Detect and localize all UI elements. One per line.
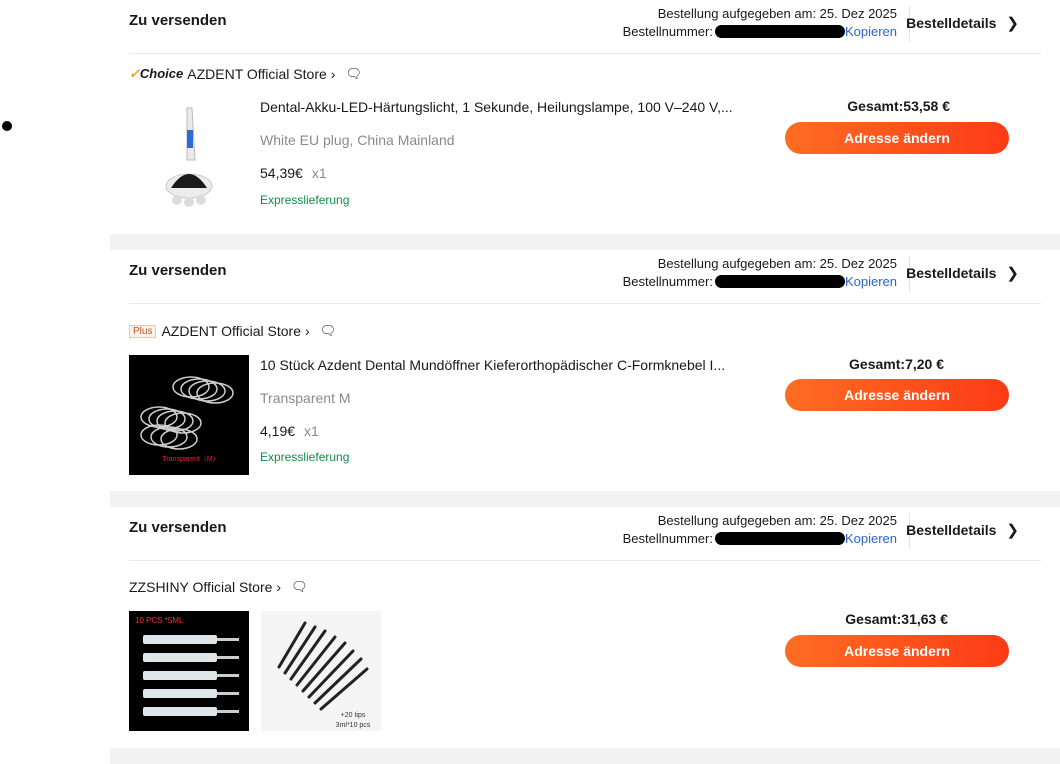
image-caption: +20 tips	[341, 712, 366, 719]
order-card: Zu versenden Bestellung aufgegeben am: 2…	[110, 0, 1060, 234]
order-details-link[interactable]: Bestelldetails ❯	[906, 14, 1019, 32]
chevron-right-icon: ❯	[1006, 522, 1019, 539]
image-caption: Transparent（M）	[162, 455, 219, 463]
change-address-button[interactable]: Adresse ändern	[785, 379, 1009, 411]
order-date: Bestellung aufgegeben am: 25. Dez 2025	[657, 256, 897, 271]
product-variant: White EU plug, China Mainland	[260, 132, 455, 148]
chevron-right-icon: ›	[276, 579, 282, 595]
product-image-syringes-2[interactable]: +20 tips 3ml*10 pcs	[261, 611, 381, 731]
chat-icon[interactable]: 🗨	[345, 66, 362, 82]
store-name: AZDENT Official Store	[187, 66, 327, 82]
chevron-right-icon: ›	[304, 323, 310, 339]
order-meta: Bestellung aufgegeben am: 25. Dez 2025 B…	[623, 255, 897, 291]
order-status: Zu versenden	[129, 262, 227, 279]
shipping-label: Expresslieferung	[260, 450, 350, 464]
chevron-right-icon: ›	[330, 66, 336, 82]
order-meta: Bestellung aufgegeben am: 25. Dez 2025 B…	[623, 5, 897, 41]
product-quantity: x1	[304, 423, 319, 439]
shipping-label: Expresslieferung	[260, 193, 350, 207]
product-name[interactable]: Dental-Akku-LED-Härtungslicht, 1 Sekunde…	[260, 99, 740, 115]
store-link[interactable]: ZZSHINY Official Store › 🗨	[129, 579, 308, 595]
copy-link[interactable]: Kopieren	[845, 531, 897, 546]
order-separator	[110, 234, 1060, 250]
check-icon: ✓	[129, 66, 140, 81]
order-status: Zu versenden	[129, 519, 227, 536]
product-image-mouth-opener[interactable]: Transparent（M）	[129, 355, 249, 475]
store-link[interactable]: ✓Choice AZDENT Official Store › 🗨	[129, 66, 362, 82]
order-status: Zu versenden	[129, 12, 227, 29]
store-name: ZZSHINY Official Store	[129, 579, 273, 595]
order-list: Zu versenden Bestellung aufgegeben am: 2…	[110, 0, 1060, 764]
chevron-right-icon: ❯	[1006, 265, 1019, 282]
chat-icon[interactable]: 🗨	[320, 323, 337, 339]
product-image-syringes-1[interactable]: 10 PCS *5ML	[129, 611, 249, 731]
chevron-right-icon: ❯	[1006, 15, 1019, 32]
order-total: Gesamt:53,58 €	[847, 98, 950, 114]
product-price: 54,39€ x1	[260, 165, 327, 181]
order-number-label: Bestellnummer:	[622, 24, 713, 39]
store-link[interactable]: Plus AZDENT Official Store › 🗨	[129, 323, 336, 339]
order-separator	[110, 491, 1060, 507]
copy-link[interactable]: Kopieren	[845, 274, 897, 289]
order-number-label: Bestellnummer:	[622, 274, 713, 289]
cursor-dot	[2, 121, 12, 131]
order-header: Zu versenden Bestellung aufgegeben am: 2…	[129, 0, 1041, 54]
order-number-redacted	[714, 275, 845, 289]
order-card: Zu versenden Bestellung aufgegeben am: 2…	[110, 507, 1060, 748]
order-details-label: Bestelldetails	[906, 522, 997, 538]
choice-badge: ✓Choice	[129, 66, 184, 81]
order-details-link[interactable]: Bestelldetails ❯	[906, 521, 1019, 539]
order-details-label: Bestelldetails	[906, 15, 997, 31]
order-separator	[110, 748, 1060, 764]
copy-link[interactable]: Kopieren	[845, 24, 897, 39]
image-caption: 3ml*10 pcs	[336, 722, 371, 729]
change-address-button[interactable]: Adresse ändern	[785, 122, 1009, 154]
image-caption: 10 PCS *5ML	[135, 616, 184, 625]
plus-badge: Plus	[129, 324, 157, 338]
product-price: 4,19€ x1	[260, 423, 319, 439]
order-details-label: Bestelldetails	[906, 265, 997, 281]
order-date: Bestellung aufgegeben am: 25. Dez 2025	[657, 6, 897, 21]
order-total: Gesamt:31,63 €	[845, 611, 948, 627]
order-details-link[interactable]: Bestelldetails ❯	[906, 264, 1019, 282]
chat-icon[interactable]: 🗨	[291, 579, 308, 595]
order-number-redacted	[714, 532, 845, 546]
order-number-redacted	[714, 25, 845, 39]
product-image-curing-light[interactable]	[129, 100, 249, 220]
product-name[interactable]: 10 Stück Azdent Dental Mundöffner Kiefer…	[260, 357, 740, 373]
product-variant: Transparent M	[260, 390, 351, 406]
order-number-label: Bestellnummer:	[622, 531, 713, 546]
order-card: Zu versenden Bestellung aufgegeben am: 2…	[110, 250, 1060, 491]
order-header: Zu versenden Bestellung aufgegeben am: 2…	[129, 507, 1041, 561]
store-name: AZDENT Official Store	[161, 323, 301, 339]
order-meta: Bestellung aufgegeben am: 25. Dez 2025 B…	[623, 512, 897, 548]
order-total: Gesamt:7,20 €	[849, 356, 944, 372]
change-address-button[interactable]: Adresse ändern	[785, 635, 1009, 667]
product-quantity: x1	[311, 165, 327, 181]
order-header: Zu versenden Bestellung aufgegeben am: 2…	[129, 250, 1041, 304]
order-date: Bestellung aufgegeben am: 25. Dez 2025	[657, 513, 897, 528]
